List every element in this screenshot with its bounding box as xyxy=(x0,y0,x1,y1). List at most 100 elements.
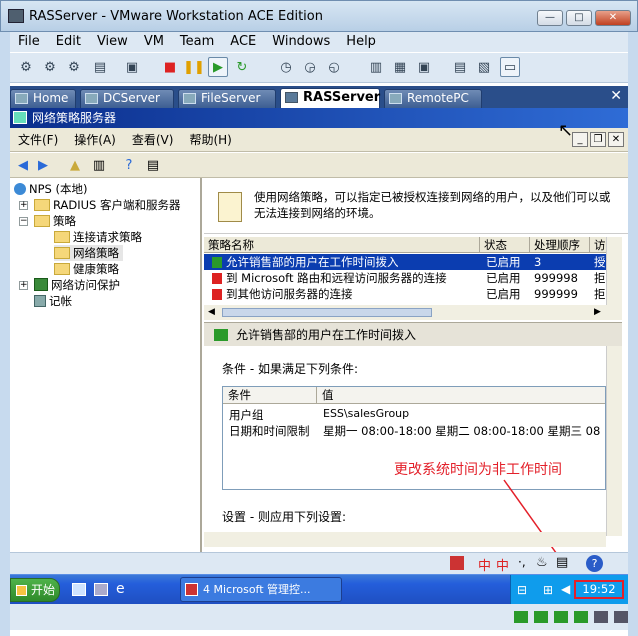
table-row[interactable]: 到其他访问服务器的连接 已启用 999999 拒 xyxy=(204,286,606,302)
menu-edit[interactable]: Edit xyxy=(48,32,89,52)
column-header-access[interactable]: 访 xyxy=(590,237,606,253)
mmc-menu-action[interactable]: 操作(A) xyxy=(66,128,124,152)
team-suspend-icon[interactable]: ⚙ xyxy=(40,57,60,77)
console-view-icon[interactable]: ▭ xyxy=(500,57,520,77)
red-x-icon xyxy=(212,273,222,284)
tree-item-health-policies[interactable]: 健康策略 xyxy=(54,261,119,277)
menu-help[interactable]: Help xyxy=(338,32,384,52)
revert-snapshot-icon[interactable]: ◶ xyxy=(300,57,320,77)
cdrom-icon[interactable] xyxy=(534,611,548,623)
menu-file[interactable]: File xyxy=(10,32,48,52)
team-power-icon[interactable]: ⚙ xyxy=(16,57,36,77)
column-header-policy-name[interactable]: 策略名称 xyxy=(204,237,480,253)
ime-icon[interactable] xyxy=(450,556,464,570)
team-start-icon[interactable]: ⚙ xyxy=(64,57,84,77)
message-log-icon[interactable] xyxy=(614,611,628,623)
tree-item-network-policies[interactable]: 网络策略 xyxy=(54,245,123,261)
tree-item-nps[interactable]: NPS (本地) xyxy=(14,181,87,197)
network-icon[interactable]: ⊟ xyxy=(517,583,527,597)
scroll-thumb[interactable] xyxy=(222,308,432,317)
mmc-close-button[interactable]: ✕ xyxy=(608,132,624,147)
tree-item-policies[interactable]: 策略 xyxy=(34,213,76,229)
collapse-icon[interactable]: − xyxy=(19,217,28,226)
menu-windows[interactable]: Windows xyxy=(264,32,338,52)
take-snapshot-icon[interactable]: ◷ xyxy=(276,57,296,77)
mmc-menu-help[interactable]: 帮助(H) xyxy=(181,128,239,152)
tab-dcserver[interactable]: DCServer xyxy=(80,89,174,108)
mmc-title-bar: 网络策略服务器 xyxy=(10,108,628,128)
help-icon[interactable]: ? xyxy=(586,555,603,572)
ime-mode-icon[interactable]: 中 xyxy=(478,555,491,574)
menu-view[interactable]: View xyxy=(89,32,136,52)
ime-mode-text[interactable]: 中 xyxy=(496,555,509,574)
ime-help-icon[interactable]: ▤ xyxy=(556,555,568,570)
detail-vertical-scrollbar[interactable] xyxy=(606,346,622,536)
quick-switch-icon[interactable]: ▦ xyxy=(390,57,410,77)
mmc-restore-button[interactable]: ❐ xyxy=(590,132,606,147)
snapshot-manager-icon[interactable]: ▣ xyxy=(122,57,142,77)
tab-fileserver[interactable]: FileServer xyxy=(178,89,276,108)
detail-horizontal-scrollbar[interactable] xyxy=(204,532,606,547)
menu-vm[interactable]: VM xyxy=(136,32,172,52)
hdd-icon[interactable] xyxy=(514,611,528,623)
summary-view-icon[interactable]: ▤ xyxy=(450,57,470,77)
menu-team[interactable]: Team xyxy=(172,32,222,52)
tree-item-accounting[interactable]: 记帐 xyxy=(34,293,72,309)
forward-arrow-icon[interactable]: ▶ xyxy=(34,156,52,174)
close-button[interactable]: ✕ xyxy=(595,10,631,26)
power-off-icon[interactable]: ■ xyxy=(160,57,180,77)
column-header-status[interactable]: 状态 xyxy=(480,237,530,253)
ime-punct-icon[interactable]: ·, xyxy=(518,555,526,569)
ime-settings-icon[interactable]: ♨ xyxy=(536,555,548,570)
column-header-order[interactable]: 处理顺序 xyxy=(530,237,590,253)
expand-icon[interactable]: + xyxy=(19,201,28,210)
menu-ace[interactable]: ACE xyxy=(222,32,264,52)
tab-rasserver[interactable]: RASServer xyxy=(280,88,380,108)
suspend-icon[interactable]: ❚❚ xyxy=(183,57,205,77)
mmc-minimize-button[interactable]: _ xyxy=(572,132,588,147)
table-row[interactable]: 到 Microsoft 路由和远程访问服务器的连接 已启用 999998 拒 xyxy=(204,270,606,286)
tree-item-nap[interactable]: 网络访问保护 xyxy=(34,277,120,293)
tree-item-radius[interactable]: RADIUS 客户端和服务器 xyxy=(34,197,181,213)
show-desktop-icon[interactable] xyxy=(94,583,108,596)
maximize-button[interactable]: □ xyxy=(566,10,592,26)
close-tab-icon[interactable]: ✕ xyxy=(610,88,622,104)
tab-remotepc[interactable]: RemotePC xyxy=(384,89,482,108)
scroll-right-icon[interactable]: ▶ xyxy=(594,307,601,317)
team-stop-icon[interactable]: ▤ xyxy=(90,57,110,77)
internet-explorer-icon[interactable]: e xyxy=(116,581,125,597)
scroll-left-icon[interactable]: ◀ xyxy=(208,307,215,317)
snapshot-icon[interactable]: ◵ xyxy=(324,57,344,77)
volume-muted-icon[interactable]: ◀ xyxy=(561,582,570,596)
tree-item-connection-request[interactable]: 连接请求策略 xyxy=(54,229,142,245)
taskbar-task-mmc[interactable]: 4 Microsoft 管理控... xyxy=(180,577,342,602)
full-screen-icon[interactable]: ▣ xyxy=(414,57,434,77)
show-hide-tree-icon[interactable]: ▥ xyxy=(90,156,108,174)
table-row[interactable]: 允许销售部的用户在工作时间拨入 已启用 3 授 xyxy=(204,254,606,270)
annotation-text: 更改系统时间为非工作时间 xyxy=(394,462,562,478)
display-icon[interactable]: ⊞ xyxy=(543,583,553,597)
expand-icon[interactable]: + xyxy=(19,281,28,290)
reset-icon[interactable]: ↻ xyxy=(232,57,252,77)
policy-list-horizontal-scrollbar[interactable]: ◀ ▶ xyxy=(204,305,622,320)
appliance-view-icon[interactable]: ▧ xyxy=(474,57,494,77)
mmc-toolbar: ◀ ▶ ▲ ▥ ? ▤ xyxy=(10,153,628,178)
back-arrow-icon[interactable]: ◀ xyxy=(14,156,32,174)
start-button[interactable]: 开始 xyxy=(10,578,60,602)
help-icon[interactable]: ? xyxy=(120,156,138,174)
power-on-icon[interactable]: ▶ xyxy=(208,57,228,77)
minimize-button[interactable]: — xyxy=(537,10,563,26)
network-adapter-icon[interactable] xyxy=(554,611,568,623)
mmc-menu-view[interactable]: 查看(V) xyxy=(124,128,182,152)
usb-icon[interactable] xyxy=(574,611,588,623)
properties-icon[interactable]: ▤ xyxy=(144,156,162,174)
show-sidebar-icon[interactable]: ▥ xyxy=(366,57,386,77)
server-manager-icon[interactable] xyxy=(72,583,86,596)
up-folder-icon[interactable]: ▲ xyxy=(66,156,84,174)
system-clock[interactable]: 19:52 xyxy=(574,580,624,599)
mmc-menu-file[interactable]: 文件(F) xyxy=(10,128,66,152)
tab-home[interactable]: Home xyxy=(10,89,76,108)
document-icon xyxy=(218,192,242,222)
sound-icon[interactable] xyxy=(594,611,608,623)
condition-name: 用户组 xyxy=(229,408,264,422)
